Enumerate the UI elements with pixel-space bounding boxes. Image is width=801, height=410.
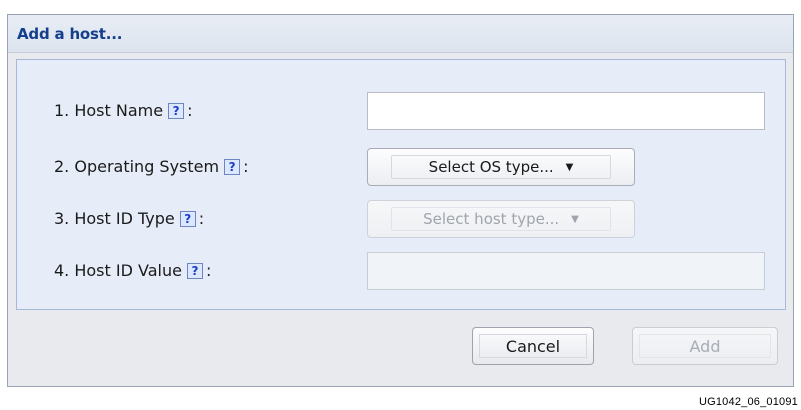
chevron-down-icon: ▼ [571, 213, 579, 225]
host-id-value-input[interactable] [367, 252, 765, 290]
host-name-label-text: 1. Host Name [54, 101, 164, 120]
host-id-value-label-text: 4. Host ID Value [54, 261, 182, 280]
host-id-type-select[interactable]: Select host type... ▼ [367, 200, 635, 238]
add-button[interactable]: Add [632, 327, 778, 365]
add-button-label: Add [689, 336, 721, 356]
select-inner: Select OS type... ▼ [391, 155, 611, 179]
figure-id: UG1042_06_01091 [698, 396, 798, 408]
chevron-down-icon: ▼ [565, 161, 574, 173]
dialog-title: Add a host... [17, 25, 123, 43]
host-id-value-label: 4. Host ID Value ? : [54, 260, 211, 282]
host-name-input[interactable] [367, 92, 765, 130]
label-colon: : [187, 101, 193, 120]
label-colon: : [243, 157, 249, 176]
dialog-header: Add a host... [8, 15, 793, 53]
button-inner: Add [639, 334, 771, 358]
label-colon: : [198, 209, 205, 228]
label-colon: : [205, 261, 212, 280]
help-icon[interactable]: ? [168, 103, 185, 119]
help-icon[interactable]: ? [186, 263, 203, 279]
button-inner: Cancel [479, 334, 587, 358]
host-name-label: 1. Host Name ? : [54, 100, 192, 122]
operating-system-label-text: 2. Operating System [54, 157, 220, 176]
operating-system-select-value: Select OS type... [428, 158, 554, 176]
cancel-button-label: Cancel [505, 336, 561, 356]
host-id-type-label-text: 3. Host ID Type [54, 209, 175, 228]
add-host-dialog: Add a host... 1. Host Name ? : 2. Operat… [7, 14, 794, 387]
host-id-type-label: 3. Host ID Type ? : [54, 208, 204, 230]
operating-system-select[interactable]: Select OS type... ▼ [367, 148, 635, 186]
help-icon[interactable]: ? [224, 159, 241, 175]
host-id-type-select-value: Select host type... [423, 210, 560, 228]
help-icon[interactable]: ? [179, 211, 196, 227]
select-inner: Select host type... ▼ [391, 207, 611, 231]
cancel-button[interactable]: Cancel [472, 327, 594, 365]
operating-system-label: 2. Operating System ? : [54, 156, 248, 178]
form-panel: 1. Host Name ? : 2. Operating System ? :… [16, 59, 786, 310]
